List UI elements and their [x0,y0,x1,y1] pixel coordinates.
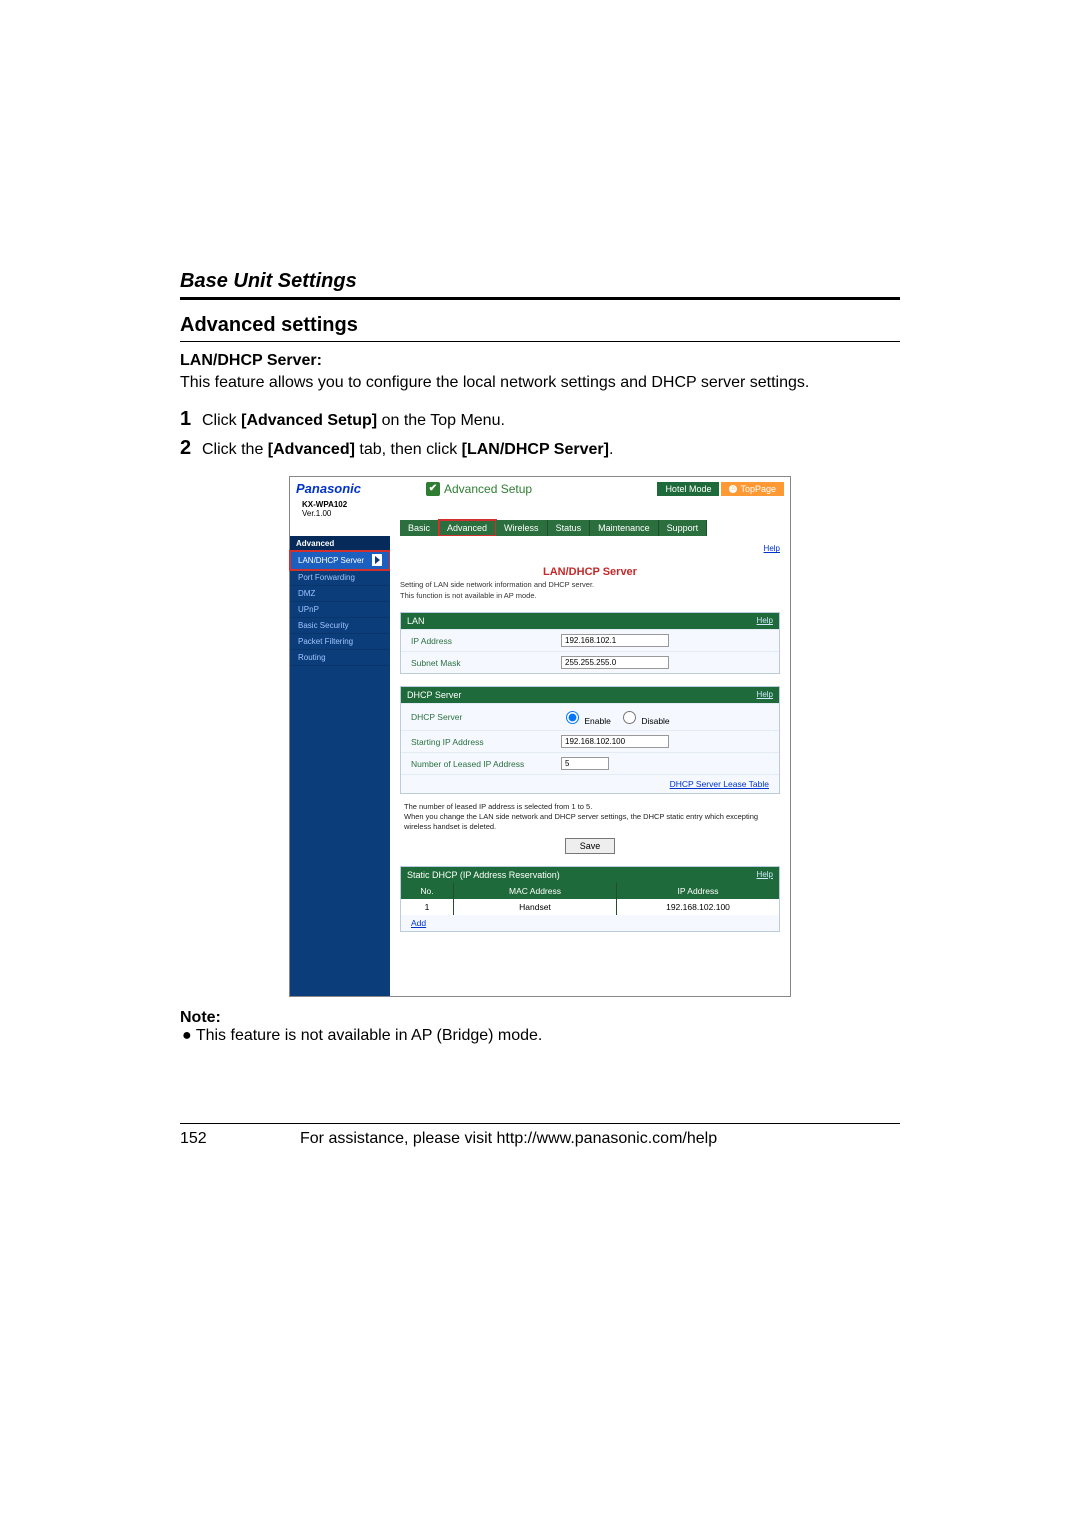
cell-mac: Handset [454,899,617,915]
help-link[interactable]: Help [764,544,780,553]
starting-ip-input[interactable] [561,735,669,748]
home-icon: ⌂ [729,485,737,493]
tab-bar: Basic Advanced Wireless Status Maintenan… [400,520,790,536]
tab-status[interactable]: Status [548,520,591,536]
sidebar-item-port-forwarding[interactable]: Port Forwarding [290,570,390,586]
check-icon: ✔ [426,482,440,496]
starting-ip-label: Starting IP Address [411,737,561,747]
description: This function is not available in AP mod… [400,591,780,600]
text: Click [202,412,241,429]
sidebar-item-routing[interactable]: Routing [290,650,390,666]
footer-text: For assistance, please visit http://www.… [300,1130,717,1148]
help-link[interactable]: Help [757,690,773,700]
sidebar-item-lan-dhcp[interactable]: LAN/DHCP Server [290,551,390,570]
subnet-mask-label: Subnet Mask [411,658,561,668]
text: tab, then click [355,441,462,458]
step-2: 2 Click the [Advanced] tab, then click [… [180,437,900,460]
panel-title: LAN [407,616,425,626]
page-footer: 152 For assistance, please visit http://… [180,1123,900,1148]
sidebar-item-basic-security[interactable]: Basic Security [290,618,390,634]
note-text: The number of leased IP address is selec… [404,802,776,831]
brand-logo: Panasonic [296,481,396,496]
enable-radio[interactable]: Enable [561,716,611,726]
th-ip: IP Address [617,883,779,899]
panel-title: DHCP Server [407,690,461,700]
section-title: Base Unit Settings [180,270,900,293]
step-1: 1 Click [Advanced Setup] on the Top Menu… [180,408,900,431]
help-link[interactable]: Help [757,870,773,880]
page-number: 152 [180,1130,300,1148]
lan-dhcp-desc: This feature allows you to configure the… [180,372,900,394]
note-bullet: ● This feature is not available in AP (B… [182,1027,900,1045]
note-label: Note: [180,1009,900,1027]
tab-basic[interactable]: Basic [400,520,439,536]
lan-dhcp-label: LAN/DHCP Server: [180,352,900,370]
text: Click the [202,441,268,458]
text: on the Top Menu. [377,412,505,429]
sidebar: Advanced LAN/DHCP Server Port Forwarding… [290,536,390,996]
sidebar-item-packet-filtering[interactable]: Packet Filtering [290,634,390,650]
text-bold: [LAN/DHCP Server] [462,441,609,458]
text-bold: [Advanced] [268,441,355,458]
ip-address-label: IP Address [411,636,561,646]
table-header: No. MAC Address IP Address [401,883,779,899]
th-mac: MAC Address [454,883,617,899]
ip-address-input[interactable] [561,634,669,647]
add-link[interactable]: Add [401,915,436,931]
content-pane: Help LAN/DHCP Server Setting of LAN side… [390,536,790,996]
subnet-mask-input[interactable] [561,656,669,669]
sidebar-item-upnp[interactable]: UPnP [290,602,390,618]
tab-support[interactable]: Support [659,520,708,536]
cell-ip: 192.168.102.100 [617,899,779,915]
step-text: Click [Advanced Setup] on the Top Menu. [202,412,505,430]
num-leased-label: Number of Leased IP Address [411,759,561,769]
static-dhcp-panel: Static DHCP (IP Address Reservation) Help… [400,866,780,932]
text: . [609,441,613,458]
tab-advanced[interactable]: Advanced [439,520,496,536]
subsection-heading: Advanced settings [180,314,900,337]
text: TopPage [740,484,776,494]
num-leased-input[interactable] [561,757,609,770]
dhcp-server-label: DHCP Server [411,712,561,722]
divider [180,341,900,342]
sidebar-item-dmz[interactable]: DMZ [290,586,390,602]
save-button[interactable]: Save [565,838,616,854]
dhcp-panel: DHCP Server Help DHCP Server Enable Disab… [400,686,780,794]
step-text: Click the [Advanced] tab, then click [LA… [202,441,613,459]
panel-title: Static DHCP (IP Address Reservation) [407,870,560,880]
hotel-mode-button[interactable]: Hotel Mode [657,482,719,496]
step-number: 2 [180,437,202,460]
text-bold: [Advanced Setup] [241,412,377,429]
advanced-setup-label: ✔ Advanced Setup [426,482,657,496]
sidebar-group: Advanced [290,536,390,551]
page-title: LAN/DHCP Server [400,566,780,578]
toppage-button[interactable]: ⌂ TopPage [721,482,784,496]
router-ui-figure: Panasonic ✔ Advanced Setup Hotel Mode ⌂ … [289,476,791,997]
divider [180,297,900,300]
step-number: 1 [180,408,202,431]
description: Setting of LAN side network information … [400,580,780,589]
table-row: 1 Handset 192.168.102.100 [401,899,779,915]
disable-radio[interactable]: Disable [618,716,670,726]
model-label: KX-WPA102Ver.1.00 [290,500,790,522]
th-no: No. [401,883,454,899]
tab-wireless[interactable]: Wireless [496,520,548,536]
text: Advanced Setup [444,482,532,496]
help-link[interactable]: Help [757,616,773,626]
cell-no: 1 [401,899,454,915]
lan-panel: LAN Help IP Address Subnet Mask [400,612,780,674]
tab-maintenance[interactable]: Maintenance [590,520,659,536]
chevron-right-icon [372,554,382,566]
lease-table-link[interactable]: DHCP Server Lease Table [670,779,769,789]
